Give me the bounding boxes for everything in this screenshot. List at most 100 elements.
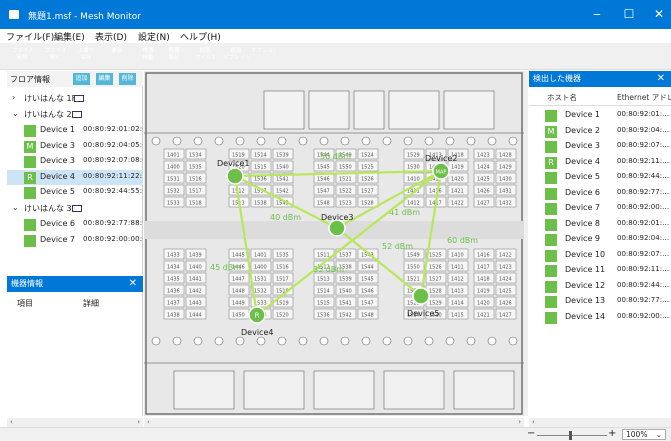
detected-device-row[interactable]: Device 9 00:80:92:04:… xyxy=(529,232,671,248)
map-hscrollbar[interactable]: ‹ › xyxy=(144,418,524,427)
refresh-button[interactable]: 更新 xyxy=(107,45,127,67)
detected-device-row[interactable]: Device 10 00:80:92:07:… xyxy=(529,248,671,264)
close-icon[interactable]: ✕ xyxy=(129,276,137,292)
desk-label: 1422 xyxy=(451,201,464,207)
minimize-button[interactable]: ‒ xyxy=(580,0,614,29)
desk-label: 1540 xyxy=(276,165,289,171)
floor-map[interactable]: 1401 1400 1531 1532 1533 1534 1535 1516 1517 1518… xyxy=(144,71,524,416)
left-hscrollbar[interactable]: ‹ › xyxy=(7,418,143,427)
detected-device-row[interactable]: Device 13 00:80:92:77:… xyxy=(529,294,671,310)
options-button[interactable]: オプション xyxy=(251,45,275,67)
right-hscrollbar[interactable]: ‹ xyxy=(529,418,671,427)
desk-label: 1548 xyxy=(317,201,330,207)
desk-label: 1519 xyxy=(232,153,245,159)
chair xyxy=(445,136,455,146)
chair xyxy=(235,336,245,346)
scroll-left-icon[interactable]: ‹ xyxy=(147,418,150,426)
room xyxy=(313,370,375,410)
detected-device-row[interactable]: Device 12 00:80:92:44:… xyxy=(529,279,671,295)
edit-floor-button[interactable]: 編集 xyxy=(96,73,113,85)
scroll-left-icon[interactable]: ‹ xyxy=(10,418,13,426)
add-floor-button[interactable]: 追加 xyxy=(73,73,90,85)
desk-label: 1413 xyxy=(451,289,464,295)
zoom-out-button[interactable]: − xyxy=(527,428,535,439)
close-button[interactable]: ✕ xyxy=(642,0,671,29)
device-settings-button[interactable]: 機器 設定 xyxy=(164,45,184,67)
tree-device-row[interactable]: Device 3 00:80:92:07:08:0 xyxy=(7,154,143,170)
menu-edit[interactable]: 編集(E) xyxy=(54,30,85,43)
detected-device-row[interactable]: R Device 4 00:80:92:11:… xyxy=(529,155,671,171)
detected-device-row[interactable]: Device 6 00:80:92:77:… xyxy=(529,186,671,202)
scroll-left-icon[interactable]: ‹ xyxy=(532,418,535,426)
delete-floor-button[interactable]: 削除 xyxy=(119,73,136,85)
column-ethernet[interactable]: Ethernet アドレ… xyxy=(617,92,671,103)
device-name: Device 7 xyxy=(40,234,75,244)
desk-label: 1439 xyxy=(189,253,202,259)
tree-device-row-selected[interactable]: R Device 4 00:80:92:11:22:3 xyxy=(7,169,143,185)
detected-device-row[interactable]: Device 8 00:80:92:01:… xyxy=(529,217,671,233)
mesh-node[interactable] xyxy=(226,167,244,185)
detected-device-row[interactable]: Device 1 00:80:92:01:… xyxy=(529,108,671,124)
chevron-down-icon[interactable]: ⌄ xyxy=(12,203,19,212)
desk-label: 1410 xyxy=(407,177,420,183)
chair xyxy=(382,136,392,146)
detected-device-row[interactable]: Device 14 00:80:92:00:… xyxy=(529,310,671,326)
tree-device-row[interactable]: Device 6 00:80:92:77:88:9 xyxy=(7,217,143,233)
scroll-right-icon[interactable]: › xyxy=(518,418,521,426)
column-detail[interactable]: 詳細 xyxy=(83,298,99,309)
move-device-button[interactable]: 機器 移動 xyxy=(138,45,158,67)
route-refresh-button[interactable]: 経路 リフレッシュ xyxy=(223,45,249,67)
chair xyxy=(235,136,245,146)
detected-device-row[interactable]: M Device 2 00:80:92:04:… xyxy=(529,124,671,140)
chevron-right-icon[interactable]: › xyxy=(12,93,15,102)
menu-help[interactable]: ヘルプ(H) xyxy=(180,30,221,43)
scroll-right-icon[interactable]: › xyxy=(137,418,140,426)
menu-settings[interactable]: 設定(N) xyxy=(138,30,170,43)
desk-label: 1422 xyxy=(499,253,512,259)
node-badge: MAP xyxy=(436,170,447,176)
desk-label: 1517 xyxy=(276,277,289,283)
desk-label: 1516 xyxy=(276,265,289,271)
zoom-slider-track[interactable] xyxy=(537,435,607,436)
floor-name: けいはんな 2F xyxy=(24,110,77,119)
desk-label: 1425 xyxy=(499,289,512,295)
floor-item-3f[interactable]: ⌄ けいはんな 3F xyxy=(7,201,143,217)
detected-device-row[interactable]: Device 7 00:80:92:00:… xyxy=(529,201,671,217)
detected-device-row[interactable]: Device 5 00:80:92:44:… xyxy=(529,170,671,186)
floor-item-2f[interactable]: ⌄ けいはんな 2F xyxy=(7,107,143,123)
open-file-button[interactable]: ファイル 開く xyxy=(45,45,65,67)
zoom-slider-thumb[interactable] xyxy=(569,431,572,440)
tree-device-row[interactable]: Device 7 00:80:92:00:00:0 xyxy=(7,233,143,249)
desk-label: 1421 xyxy=(451,189,464,195)
tree-device-row[interactable]: Device 5 00:80:92:44:55:6 xyxy=(7,185,143,201)
close-icon[interactable]: ✕ xyxy=(657,71,665,87)
desk-label: 1416 xyxy=(429,189,442,195)
chevron-down-icon[interactable]: ⌄ xyxy=(12,109,19,118)
zoom-in-button[interactable]: + xyxy=(608,428,616,439)
desk-label: 1418 xyxy=(477,277,490,283)
map-vscrollbar[interactable] xyxy=(524,71,528,416)
column-item[interactable]: 項目 xyxy=(17,298,33,309)
tree-device-row[interactable]: Device 1 00:80:92:01:02:0 xyxy=(7,123,143,139)
floor-item-1f[interactable]: › けいはんな 1F xyxy=(7,91,143,107)
chevron-down-icon[interactable]: ⌄ xyxy=(656,430,662,439)
desk-label: 1529 xyxy=(429,301,442,307)
floor-map-canvas[interactable]: 1401 1400 1531 1532 1533 1534 1535 1516 1517 1518… xyxy=(144,71,524,416)
new-file-button[interactable]: ファイル 新規 xyxy=(12,45,32,67)
mesh-node[interactable] xyxy=(412,287,430,305)
zoom-level-select[interactable]: 100% ⌄ xyxy=(622,429,666,440)
mesh-node[interactable] xyxy=(328,219,346,237)
floor-map-icon xyxy=(72,111,82,118)
detected-device-row[interactable]: Device 3 00:80:92:07:… xyxy=(529,139,671,155)
device-status-icon: M xyxy=(545,125,557,138)
maximize-button[interactable]: ☐ xyxy=(612,0,646,29)
menu-view[interactable]: 表示(D) xyxy=(95,30,127,43)
chair xyxy=(172,136,182,146)
tree-device-row[interactable]: M Device 3 00:80:92:04:05:0 xyxy=(7,139,143,155)
desk-label: 1515 xyxy=(317,301,330,307)
menu-file[interactable]: ファイル(F) xyxy=(6,30,54,43)
save-button[interactable]: 上書き 保存 xyxy=(76,45,96,67)
detected-device-row[interactable]: Device 11 00:80:92:11:… xyxy=(529,263,671,279)
route-filter-button[interactable]: 経路 フィルタ xyxy=(195,45,215,67)
column-hostname[interactable]: ホスト名 xyxy=(547,92,577,103)
